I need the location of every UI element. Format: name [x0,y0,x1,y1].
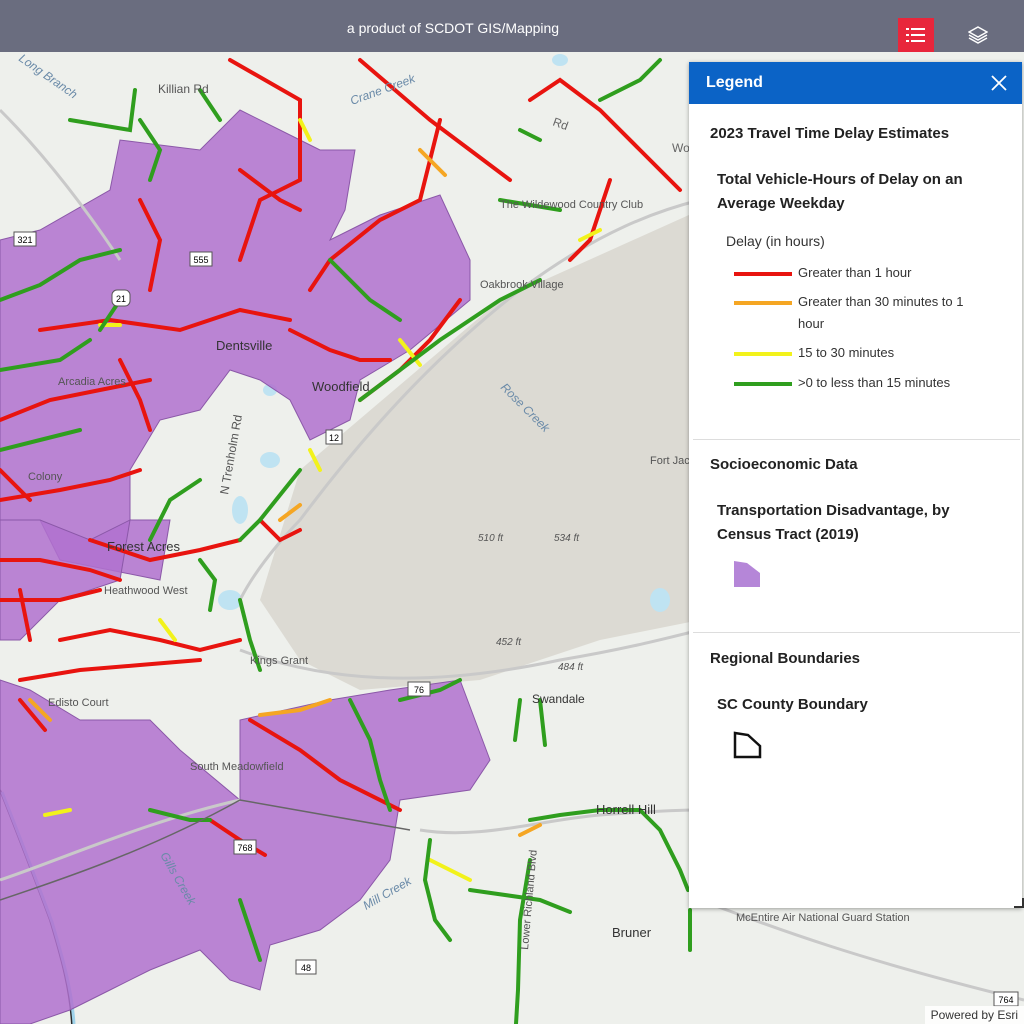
swatch-green [734,382,792,386]
svg-text:321: 321 [17,235,32,245]
label-forest-acres: Forest Acres [107,539,180,554]
label-killian-rd: Killian Rd [158,82,209,96]
legend-title: Legend [706,74,763,91]
label-wo: Wo [672,141,690,155]
close-icon[interactable] [990,74,1008,92]
label-colony: Colony [28,471,63,483]
label-elev-534: 534 ft [554,533,580,544]
section-regional-subtitle: SC County Boundary [717,696,868,713]
layers-button[interactable] [960,18,996,52]
svg-text:768: 768 [237,843,252,853]
label-fort-jackson: Fort Jac [650,455,690,467]
section-travel-delay-subtitle: Total Vehicle-Hours of Delay on an Avera… [717,171,963,212]
svg-text:48: 48 [301,963,311,973]
label-bruner: Bruner [612,925,652,940]
shield-sc764: 764 [993,991,1019,1007]
shield-sc48: 48 [295,959,317,975]
label-heathwood: Heathwood West [104,585,188,597]
shield-sc555: 555 [189,251,213,267]
section-socioeconomic-title: Socioeconomic Data [710,456,858,473]
layers-stack-icon [968,26,988,44]
section-travel-delay-title: 2023 Travel Time Delay Estimates [710,125,950,142]
section-socioeconomic-subtitle: Transportation Disadvantage, by Census T… [717,502,950,543]
label-wildewood: The Wildewood Country Club [500,199,643,211]
label-elev-484: 484 ft [558,662,584,673]
shield-us21: 21 [111,289,131,307]
header-title: a product of SCDOT GIS/Mapping [346,20,560,36]
swatch-orange [734,301,792,305]
legend-button[interactable] [898,18,934,52]
swatch-red [734,272,792,276]
label-elev-510: 510 ft [478,533,504,544]
delay-field-label: Delay (in hours) [726,233,825,249]
svg-text:764: 764 [998,995,1013,1005]
label-arcadia: Arcadia Acres [58,376,126,388]
svg-text:12: 12 [329,433,339,443]
legend-divider [693,632,1020,633]
app-header: a product of SCDOT GIS/Mapping [0,0,1024,52]
label-edisto-court: Edisto Court [48,697,109,709]
label-swandale: Swandale [532,692,585,706]
swatch-yellow [734,352,792,356]
shield-us321: 321 [13,231,37,247]
county-boundary-swatch [733,731,762,759]
label-kings-grant: Kings Grant [250,655,308,667]
shield-sc12: 12 [325,429,343,445]
esri-attribution[interactable]: Powered by Esri [924,1006,1024,1024]
shield-sc768: 768 [233,839,257,855]
svg-text:21: 21 [116,294,126,304]
legend-list-icon [906,28,925,42]
section-regional-title: Regional Boundaries [710,650,861,667]
label-oakbrook: Oakbrook Village [480,279,564,291]
shield-us76: 76 [407,681,431,697]
label-horrell-hill: Horrell Hill [596,802,656,817]
label-woodfield: Woodfield [312,379,370,394]
legend-divider [693,439,1020,440]
legend-panel-header: Legend [689,62,1022,104]
label-mcentire: McEntire Air National Guard Station [736,912,910,924]
census-tract-swatch [734,561,760,587]
label-dentsville: Dentsville [216,338,272,353]
label-south-meadowfield: South Meadowfield [190,761,284,773]
svg-text:76: 76 [414,685,424,695]
panel-resize-handle[interactable] [1014,898,1024,908]
label-elev-452: 452 ft [496,637,522,648]
svg-text:555: 555 [193,255,208,265]
legend-panel: Legend 2023 Travel Time Delay Estimates … [689,62,1022,908]
